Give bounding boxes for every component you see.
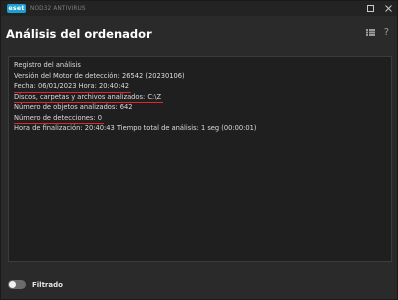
grid-menu-icon — [365, 29, 375, 36]
square-icon — [366, 5, 374, 12]
grid-menu-button[interactable] — [365, 29, 375, 36]
filter-toggle[interactable] — [8, 280, 26, 289]
brand: eset NOD32 ANTIVIRUS — [7, 4, 86, 13]
log-line-detections: Número de detecciones: 0 — [14, 113, 386, 124]
window-controls — [361, 1, 397, 16]
highlighted-text: Discos, carpetas y archivos analizados: … — [14, 92, 164, 103]
scan-log-panel[interactable]: Registro del análisis Versión del Motor … — [8, 56, 392, 262]
help-icon: ? — [383, 27, 389, 38]
log-line-title: Registro del análisis — [14, 60, 386, 71]
log-text: Número de objetos analizados: 642 — [14, 103, 133, 111]
header-actions: ? — [365, 27, 389, 38]
highlighted-text: Fecha: 06/01/2023 Hora: 20:40:42 — [14, 81, 132, 93]
log-line-date: Fecha: 06/01/2023 Hora: 20:40:42 — [14, 81, 386, 93]
filter-label: Filtrado — [32, 280, 63, 289]
highlighted-text: Número de detecciones: 0 — [14, 113, 105, 124]
log-text: Hora de finalización: 20:40:43 Tiempo to… — [14, 124, 257, 132]
eset-logo: eset — [7, 4, 26, 13]
title-bar: eset NOD32 ANTIVIRUS — [1, 1, 397, 16]
log-text: Fecha: 06/01/2023 Hora: 20:40:42 — [14, 82, 130, 90]
log-line-engine-version: Versión del Motor de detección: 26542 (2… — [14, 71, 386, 82]
log-line-object-count: Número de objetos analizados: 642 — [14, 102, 386, 113]
close-icon — [384, 5, 392, 12]
log-text: Versión del Motor de detección: 26542 (2… — [14, 71, 185, 80]
log-text: Registro del análisis — [14, 61, 81, 69]
maximize-button[interactable] — [361, 1, 379, 16]
product-name: NOD32 ANTIVIRUS — [30, 5, 86, 12]
logo-text: eset — [8, 5, 25, 12]
app-window: eset NOD32 ANTIVIRUS Análisis del ordena… — [0, 0, 398, 300]
page-title: Análisis del ordenador — [6, 27, 152, 41]
log-text: Discos, carpetas y archivos analizados: … — [14, 92, 162, 101]
footer: Filtrado — [8, 280, 63, 289]
close-button[interactable] — [379, 1, 397, 16]
log-line-scanned-targets: Discos, carpetas y archivos analizados: … — [14, 92, 386, 103]
toggle-knob — [9, 281, 16, 288]
log-text: Número de detecciones: 0 — [14, 113, 103, 122]
log-line-end-time: Hora de finalización: 20:40:43 Tiempo to… — [14, 123, 386, 134]
help-button[interactable]: ? — [384, 27, 389, 38]
